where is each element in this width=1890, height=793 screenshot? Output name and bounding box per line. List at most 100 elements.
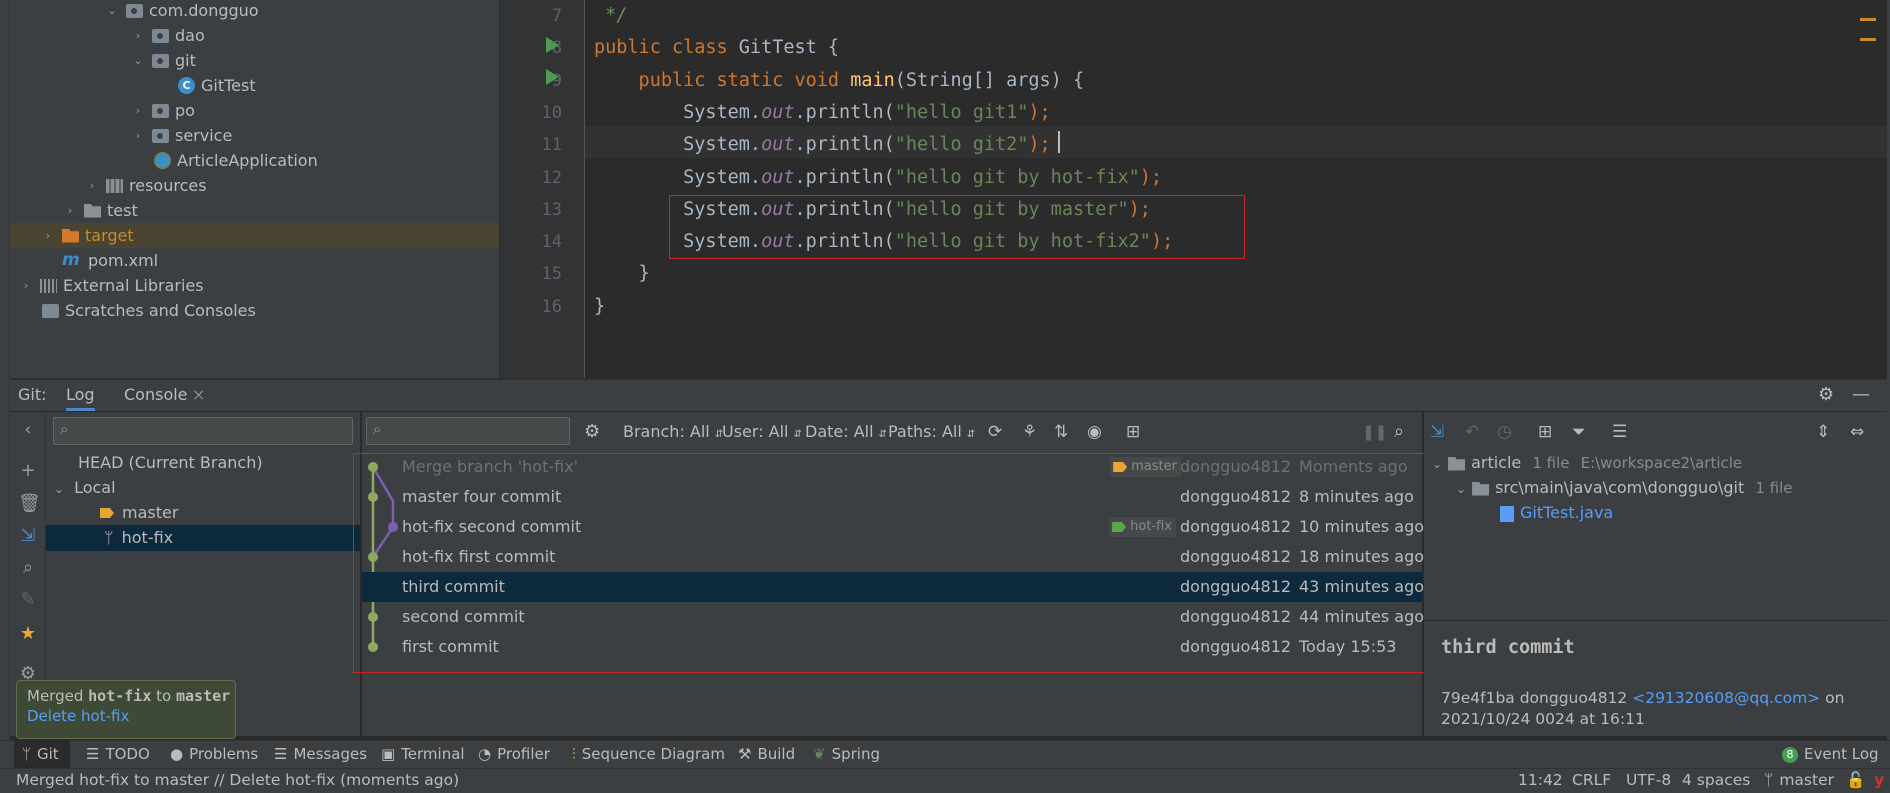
author-email[interactable]: <291320608@qq.com> bbox=[1632, 689, 1820, 707]
lock-icon[interactable]: 🔓 bbox=[1846, 768, 1865, 793]
minimize-icon[interactable]: — bbox=[1852, 379, 1870, 411]
chevron-right-icon[interactable]: › bbox=[42, 229, 54, 242]
log-settings-icon[interactable]: ⚙ bbox=[584, 420, 600, 444]
changes-root[interactable]: ⌄ article 1 file E:\workspace2\article bbox=[1432, 450, 1742, 475]
tree-item-target[interactable]: › target bbox=[42, 223, 134, 248]
filter-label: Date: All bbox=[805, 422, 874, 441]
chevron-right-icon[interactable]: › bbox=[64, 204, 76, 217]
branch-head[interactable]: HEAD (Current Branch) bbox=[78, 450, 263, 475]
collapse-linear-icon[interactable]: ⇅ bbox=[1054, 420, 1068, 444]
chevron-right-icon[interactable]: › bbox=[20, 279, 32, 292]
code-token: .println( bbox=[794, 167, 895, 188]
group-by-icon[interactable]: ⊞ bbox=[1538, 420, 1552, 444]
search-icon[interactable]: ⌕ bbox=[1394, 420, 1404, 444]
indent-setting[interactable]: 4 spaces bbox=[1682, 768, 1750, 793]
filter-branch[interactable]: Branch: All ⇵ bbox=[623, 420, 723, 444]
pause-icon[interactable]: ❚❚ bbox=[1362, 420, 1387, 444]
cherry-pick-icon[interactable]: ⚘ bbox=[1022, 420, 1037, 444]
plugin-icon[interactable]: y bbox=[1874, 768, 1884, 793]
chevron-down-icon[interactable]: ⌄ bbox=[106, 4, 118, 17]
add-icon[interactable]: + bbox=[18, 461, 38, 481]
close-icon[interactable]: × bbox=[192, 379, 205, 411]
caret-position[interactable]: 11:42 bbox=[1518, 768, 1563, 793]
tree-item-gittest[interactable]: C GitTest bbox=[178, 73, 256, 98]
run-icon[interactable] bbox=[546, 69, 559, 85]
tool-tab-sequence-diagram[interactable]: ⫶ Sequence Diagram bbox=[572, 740, 725, 768]
update-icon[interactable]: ⇲ bbox=[18, 526, 38, 546]
filter-icon[interactable]: ⏷ bbox=[1572, 420, 1586, 444]
chevron-right-icon[interactable]: › bbox=[132, 104, 144, 117]
tool-tab-todo[interactable]: ☰ TODO bbox=[86, 740, 150, 768]
chevron-left-icon[interactable]: ‹ bbox=[18, 420, 38, 440]
layout-icon[interactable]: ☰ bbox=[1612, 420, 1627, 444]
code-line[interactable]: } bbox=[594, 291, 605, 323]
tree-item-test[interactable]: › test bbox=[64, 198, 138, 223]
log-search-input[interactable]: ⌕ bbox=[366, 417, 570, 445]
code-line[interactable]: public static void main(String[] args) { bbox=[594, 65, 1085, 97]
tree-item-pom[interactable]: m pom.xml bbox=[62, 248, 158, 273]
tool-tab-spring[interactable]: ❦ Spring bbox=[813, 740, 880, 768]
chevron-right-icon[interactable]: › bbox=[132, 29, 144, 42]
file-encoding[interactable]: UTF-8 bbox=[1626, 768, 1671, 793]
edit-icon[interactable]: ✎ bbox=[18, 590, 38, 610]
filter-paths[interactable]: Paths: All ⇵ bbox=[888, 420, 975, 444]
branch-hot-fix[interactable]: ᛘ hot-fix bbox=[104, 525, 173, 550]
tool-tab-profiler[interactable]: ◔ Profiler bbox=[478, 740, 550, 768]
run-icon[interactable] bbox=[546, 37, 559, 53]
tab-log[interactable]: Log bbox=[66, 379, 95, 411]
code-line[interactable]: public class GitTest { bbox=[594, 32, 839, 64]
tree-item-external-libraries[interactable]: › External Libraries bbox=[20, 273, 204, 298]
eye-icon[interactable]: ◉ bbox=[1087, 420, 1102, 444]
changes-dir[interactable]: ⌄ src\main\java\com\dongguo\git 1 file bbox=[1456, 475, 1793, 500]
tool-tab-terminal[interactable]: ▣ Terminal bbox=[381, 740, 465, 768]
event-log[interactable]: 8 Event Log bbox=[1782, 740, 1879, 768]
branch-search-input[interactable]: ⌕ bbox=[53, 417, 353, 445]
new-tab-icon[interactable]: ⊞ bbox=[1126, 420, 1140, 444]
chevron-down-icon[interactable]: ⌄ bbox=[132, 54, 144, 67]
update-icon[interactable]: ⇲ bbox=[1430, 420, 1444, 444]
refresh-icon[interactable]: ⟳ bbox=[988, 420, 1002, 444]
collapse-all-icon[interactable]: ⇔ bbox=[1850, 420, 1864, 444]
tree-item-resources[interactable]: › resources bbox=[86, 173, 207, 198]
tree-item-com-dongguo[interactable]: ⌄ com.dongguo bbox=[106, 0, 258, 23]
gear-icon[interactable]: ⚙ bbox=[1818, 379, 1834, 411]
tree-item-po[interactable]: › po bbox=[132, 98, 195, 123]
code-line[interactable]: System.out.println("hello git1"); bbox=[594, 97, 1051, 129]
chevron-down-icon: ⌄ bbox=[54, 482, 65, 496]
tool-tab-git[interactable]: ᛘ Git bbox=[22, 740, 59, 768]
filter-user[interactable]: User: All ⇵ bbox=[722, 420, 802, 444]
tool-tab-build[interactable]: ⚒ Build bbox=[738, 740, 795, 768]
history-icon[interactable]: ◷ bbox=[1497, 420, 1512, 444]
tool-tab-problems[interactable]: ● Problems bbox=[170, 740, 258, 768]
changed-file[interactable]: GitTest.java bbox=[1500, 500, 1613, 525]
code-line[interactable]: */ bbox=[594, 0, 627, 32]
chevron-right-icon[interactable]: › bbox=[132, 129, 144, 142]
filter-date[interactable]: Date: All ⇵ bbox=[805, 420, 887, 444]
tree-item-dao[interactable]: › dao bbox=[132, 23, 205, 48]
warning-marker[interactable] bbox=[1860, 18, 1876, 21]
code-line[interactable]: System.out.println("hello git2"); bbox=[594, 129, 1051, 161]
search-icon[interactable]: ⌕ bbox=[18, 558, 38, 578]
chevron-right-icon[interactable]: › bbox=[86, 179, 98, 192]
tree-item-label: resources bbox=[129, 176, 207, 195]
revert-icon[interactable]: ↶ bbox=[1465, 420, 1479, 444]
code-line[interactable]: } bbox=[594, 258, 650, 290]
tree-item-git[interactable]: ⌄ git bbox=[132, 48, 195, 73]
tree-item-articleapplication[interactable]: ArticleApplication bbox=[154, 148, 318, 173]
delete-branch-link[interactable]: Delete hot-fix bbox=[27, 707, 225, 725]
tree-item-scratches[interactable]: Scratches and Consoles bbox=[42, 298, 256, 323]
tab-console[interactable]: Console bbox=[124, 379, 188, 411]
line-separator[interactable]: CRLF bbox=[1572, 768, 1611, 793]
status-message[interactable]: Merged hot-fix to master // Delete hot-f… bbox=[16, 768, 459, 793]
code-line[interactable]: System.out.println("hello git by hot-fix… bbox=[594, 162, 1162, 194]
favorite-star-icon[interactable]: ★ bbox=[18, 624, 38, 644]
log-highlight-box bbox=[353, 453, 1429, 673]
tree-item-service[interactable]: › service bbox=[132, 123, 233, 148]
expand-all-icon[interactable]: ⇕ bbox=[1816, 420, 1830, 444]
tool-tab-messages[interactable]: ☰ Messages bbox=[274, 740, 367, 768]
delete-icon[interactable]: 🗑 bbox=[18, 494, 41, 514]
git-branch-status[interactable]: ᛘ master bbox=[1764, 768, 1834, 793]
branch-master[interactable]: master bbox=[100, 500, 178, 525]
branch-group-local[interactable]: ⌄ Local bbox=[54, 475, 116, 500]
warning-marker[interactable] bbox=[1860, 38, 1876, 41]
